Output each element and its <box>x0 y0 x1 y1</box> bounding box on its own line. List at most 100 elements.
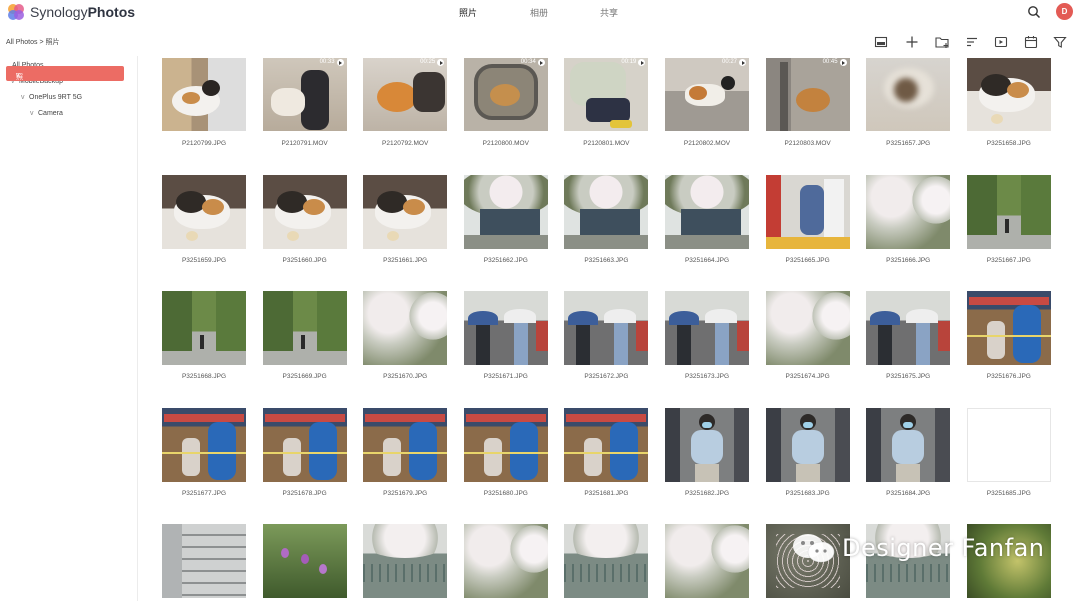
photo-thumbnail[interactable]: 00:34 <box>463 58 548 131</box>
photo-thumbnail[interactable] <box>966 174 1051 249</box>
photo-item[interactable]: 00:27 P2120802.MOV <box>665 58 749 150</box>
photo-thumbnail[interactable] <box>262 407 347 482</box>
photo-thumbnail[interactable] <box>363 407 448 482</box>
sidebar-item-camera[interactable]: v Camera <box>30 110 63 117</box>
add-icon[interactable] <box>904 34 920 50</box>
photo-thumbnail[interactable] <box>564 291 649 365</box>
photo-thumbnail[interactable] <box>162 174 246 249</box>
photo-thumbnail[interactable] <box>463 407 548 482</box>
breadcrumb-root[interactable]: All Photos <box>6 39 38 46</box>
photo-item[interactable]: P3251667.JPG <box>966 174 1051 267</box>
photo-item[interactable]: P3251685.JPG <box>966 407 1051 500</box>
photo-thumbnail[interactable]: 00:25 <box>363 58 448 131</box>
photo-thumbnail[interactable] <box>262 174 347 249</box>
photo-thumbnail[interactable] <box>966 291 1051 365</box>
photo-thumbnail[interactable]: 00:33 <box>262 58 347 131</box>
photo-item[interactable]: P3251683.JPG <box>765 407 850 500</box>
tab-albums[interactable]: 相册 <box>530 6 548 19</box>
photo-thumbnail[interactable] <box>765 407 850 482</box>
photo-item[interactable]: 00:19 P2120801.MOV <box>564 58 649 150</box>
photo-item[interactable]: P3251682.JPG <box>665 407 749 500</box>
photo-item[interactable]: P3251676.JPG <box>966 291 1051 383</box>
photo-item[interactable]: P3251675.JPG <box>866 291 951 383</box>
photo-item[interactable]: P3251661.JPG <box>363 174 448 267</box>
user-avatar[interactable]: D <box>1056 3 1073 20</box>
photo-item[interactable]: P3251678.JPG <box>262 407 347 500</box>
photo-item[interactable]: P3251665.JPG <box>765 174 850 267</box>
photo-thumbnail[interactable] <box>262 524 347 598</box>
filter-icon[interactable] <box>1052 34 1068 50</box>
photo-thumbnail[interactable]: 00:45 <box>765 58 850 131</box>
search-icon[interactable] <box>1027 5 1041 19</box>
photo-thumbnail[interactable] <box>162 407 246 482</box>
photo-thumbnail[interactable] <box>162 58 246 131</box>
photo-item[interactable]: P3251680.JPG <box>463 407 548 500</box>
new-folder-icon[interactable] <box>934 34 950 50</box>
photo-thumbnail[interactable] <box>564 407 649 482</box>
photo-item[interactable]: P3251673.JPG <box>665 291 749 383</box>
photo-item[interactable]: 00:45 P2120803.MOV <box>765 58 850 150</box>
photo-thumbnail[interactable] <box>463 174 548 249</box>
photo-item[interactable]: P3251659.JPG <box>162 174 246 267</box>
photo-item[interactable]: P3251672.JPG <box>564 291 649 383</box>
sidebar-item-photos-active[interactable]: v 照片 <box>6 66 124 91</box>
photo-item[interactable]: P3251684.JPG <box>866 407 951 500</box>
photo-item[interactable]: P3251668.JPG <box>162 291 246 383</box>
photo-item[interactable]: P3251662.JPG <box>463 174 548 267</box>
photo-item[interactable]: P3251657.JPG <box>866 58 951 150</box>
photo-item[interactable]: 00:33 P2120791.MOV <box>262 58 347 150</box>
photo-item[interactable] <box>463 524 548 601</box>
photo-thumbnail[interactable] <box>866 58 951 131</box>
chevron-down-icon[interactable]: v <box>21 94 29 101</box>
photo-thumbnail[interactable] <box>765 291 850 365</box>
photo-thumbnail[interactable] <box>162 524 246 598</box>
photo-thumbnail[interactable] <box>564 524 649 598</box>
photo-item[interactable] <box>363 524 448 601</box>
photo-item[interactable]: P3251681.JPG <box>564 407 649 500</box>
chevron-down-icon[interactable]: v <box>30 110 38 117</box>
sidebar-item-oneplus[interactable]: v OnePlus 9RT 5G <box>21 94 82 101</box>
photo-item[interactable]: P3251677.JPG <box>162 407 246 500</box>
photo-item[interactable]: 00:25 P2120792.MOV <box>363 58 448 150</box>
photo-thumbnail[interactable]: 00:27 <box>665 58 749 131</box>
photo-thumbnail[interactable] <box>665 291 749 365</box>
tab-photos[interactable]: 照片 <box>459 6 477 19</box>
photo-item[interactable]: P3251669.JPG <box>262 291 347 383</box>
photo-thumbnail[interactable]: 00:19 <box>564 58 649 131</box>
photo-thumbnail[interactable] <box>162 291 246 365</box>
photo-thumbnail[interactable] <box>665 407 749 482</box>
photo-thumbnail[interactable] <box>363 524 448 598</box>
photo-thumbnail[interactable] <box>966 58 1051 131</box>
photo-thumbnail[interactable] <box>866 174 951 249</box>
photo-thumbnail[interactable] <box>363 291 448 365</box>
photo-item[interactable]: P3251660.JPG <box>262 174 347 267</box>
photo-item[interactable]: P3251674.JPG <box>765 291 850 383</box>
photo-thumbnail[interactable] <box>564 174 649 249</box>
calendar-icon[interactable] <box>1023 34 1039 50</box>
sort-icon[interactable] <box>964 34 980 50</box>
photo-thumbnail[interactable] <box>665 174 749 249</box>
photo-item[interactable]: P2120799.JPG <box>162 58 246 150</box>
photo-item[interactable]: 00:34 P2120800.MOV <box>463 58 548 150</box>
photo-thumbnail[interactable] <box>866 407 951 482</box>
photo-item[interactable]: P3251666.JPG <box>866 174 951 267</box>
photo-thumbnail[interactable] <box>262 291 347 365</box>
photo-thumbnail[interactable] <box>765 174 850 249</box>
photo-item[interactable]: P3251663.JPG <box>564 174 649 267</box>
photo-thumbnail[interactable] <box>866 291 951 365</box>
photo-thumbnail[interactable] <box>363 174 448 249</box>
photo-item[interactable] <box>564 524 649 601</box>
photo-thumbnail[interactable] <box>463 291 548 365</box>
photo-item[interactable]: P3251671.JPG <box>463 291 548 383</box>
photo-item[interactable]: P3251679.JPG <box>363 407 448 500</box>
photo-item[interactable] <box>262 524 347 601</box>
photo-item[interactable] <box>665 524 749 601</box>
photo-item[interactable]: P3251670.JPG <box>363 291 448 383</box>
photo-item[interactable]: P3251658.JPG <box>966 58 1051 150</box>
photo-item[interactable] <box>162 524 246 601</box>
select-icon[interactable] <box>873 34 889 50</box>
photo-thumbnail[interactable] <box>966 407 1051 482</box>
photo-thumbnail[interactable] <box>665 524 749 598</box>
photo-thumbnail[interactable] <box>463 524 548 598</box>
slideshow-icon[interactable] <box>993 34 1009 50</box>
